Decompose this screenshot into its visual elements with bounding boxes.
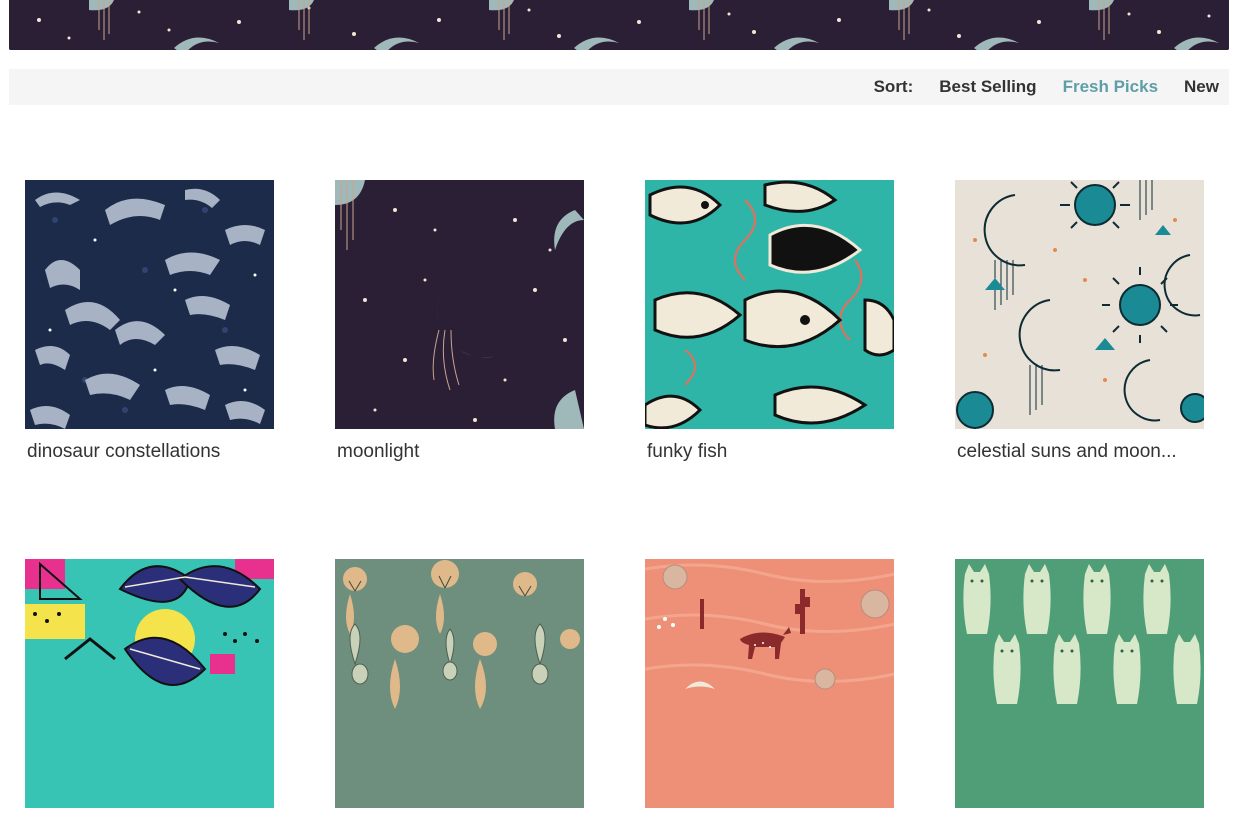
dinosaur-pattern-icon[interactable]	[25, 180, 274, 429]
product-card[interactable]	[955, 559, 1204, 820]
moon-pattern-icon[interactable]	[335, 180, 584, 429]
product-card[interactable]: moonlight	[335, 180, 584, 463]
sort-bar: Sort: Best Selling Fresh Picks New	[9, 69, 1229, 105]
product-title[interactable]: moonlight	[335, 441, 584, 463]
product-card[interactable]	[25, 559, 274, 820]
sort-option-fresh-picks[interactable]: Fresh Picks	[1063, 77, 1158, 97]
mandrake-pattern-icon[interactable]	[335, 559, 584, 808]
tropical-leaf-pattern-icon[interactable]	[25, 559, 274, 808]
sort-label: Sort:	[873, 77, 914, 96]
desert-coyote-pattern-icon[interactable]	[645, 559, 894, 808]
fish-pattern-icon[interactable]	[645, 180, 894, 429]
product-card[interactable]: funky fish	[645, 180, 894, 463]
cat-pattern-icon[interactable]	[955, 559, 1204, 808]
moonlight-banner-pattern-icon	[9, 0, 1229, 50]
product-title[interactable]: funky fish	[645, 441, 894, 463]
sort-option-best-selling[interactable]: Best Selling	[939, 77, 1036, 97]
product-card[interactable]: celestial suns and moon...	[955, 180, 1204, 463]
sun-moon-pattern-icon[interactable]	[955, 180, 1204, 429]
product-title[interactable]: celestial suns and moon...	[955, 441, 1204, 463]
hero-banner	[9, 0, 1229, 50]
product-title[interactable]: dinosaur constellations	[25, 441, 274, 463]
sort-option-new[interactable]: New	[1184, 77, 1219, 97]
product-card[interactable]	[335, 559, 584, 820]
product-card[interactable]	[645, 559, 894, 820]
product-card[interactable]: dinosaur constellations	[25, 180, 274, 463]
